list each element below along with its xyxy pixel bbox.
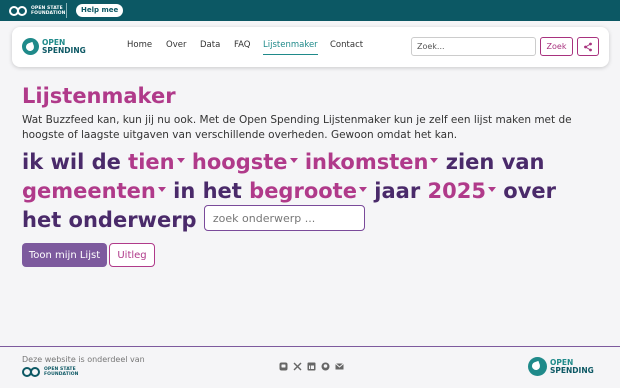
search-button[interactable]: Zoek xyxy=(540,37,573,56)
header: OPEN SPENDING Home Over Data FAQ Lijsten… xyxy=(12,27,609,67)
order-select[interactable]: hoogste xyxy=(192,150,298,174)
government-select[interactable]: gemeenten xyxy=(22,179,166,203)
linkedin-icon[interactable] xyxy=(307,362,316,371)
open-spending-logo[interactable]: OPEN SPENDING xyxy=(22,38,86,55)
main-nav: Home Over Data FAQ Lijstenmaker Contact xyxy=(127,40,387,58)
chevron-down-icon xyxy=(487,186,496,192)
chevron-down-icon xyxy=(176,157,185,163)
chevron-down-icon xyxy=(157,186,166,192)
osf-logo-line2: FOUNDATION xyxy=(31,10,66,16)
search-input[interactable] xyxy=(411,37,536,56)
nav-home[interactable]: Home xyxy=(127,40,152,54)
osf-logo-line1: OPEN STATE xyxy=(31,5,63,11)
list-builder-sentence: ik wil de tien hoogste inkomsten zien va… xyxy=(22,148,597,235)
logo-line2: SPENDING xyxy=(550,365,594,375)
sentence-text: in het xyxy=(173,179,242,203)
chevron-down-icon xyxy=(430,157,439,163)
chevron-down-icon xyxy=(358,186,367,192)
mastodon-icon[interactable] xyxy=(279,362,288,371)
nav-data[interactable]: Data xyxy=(200,40,220,54)
plan-select[interactable]: begroote xyxy=(249,179,367,203)
show-list-button[interactable]: Toon mijn Lijst xyxy=(22,243,107,267)
chevron-down-icon xyxy=(289,157,298,163)
divider xyxy=(66,3,67,18)
mail-icon[interactable] xyxy=(335,362,344,371)
year-select[interactable]: 2025 xyxy=(428,179,496,203)
nav-lijstenmaker[interactable]: Lijstenmaker xyxy=(263,40,318,55)
github-icon[interactable] xyxy=(321,362,330,371)
share-button[interactable] xyxy=(577,37,599,56)
page-title: Lijstenmaker xyxy=(22,84,176,108)
footer-divider xyxy=(0,346,620,347)
osf-logo-line2: FOUNDATION xyxy=(44,372,79,377)
intro-text: Wat Buzzfeed kan, kun jij nu ook. Met de… xyxy=(22,114,572,141)
footer-text: Deze website is onderdeel van xyxy=(22,355,145,364)
open-spending-logo-icon xyxy=(22,38,39,55)
count-select[interactable]: tien xyxy=(128,150,185,174)
sentence-text: zien van xyxy=(445,150,545,174)
x-icon[interactable] xyxy=(293,362,302,371)
nav-over[interactable]: Over xyxy=(166,40,186,54)
logo-line2: SPENDING xyxy=(42,45,86,55)
footer-osf-logo[interactable]: OPEN STATE FOUNDATION xyxy=(22,366,79,378)
sentence-text: het onderwerp xyxy=(22,208,197,232)
osf-logo-icon xyxy=(22,366,41,378)
open-spending-logo-icon xyxy=(528,357,547,376)
osf-logo-icon xyxy=(9,5,28,17)
social-links xyxy=(279,362,344,371)
top-bar: OPEN STATE FOUNDATION Help mee xyxy=(0,0,620,21)
share-icon xyxy=(584,42,592,51)
kind-select[interactable]: inkomsten xyxy=(305,150,439,174)
footer-open-spending-logo[interactable]: OPEN SPENDING xyxy=(528,357,594,376)
sentence-text: over xyxy=(503,179,556,203)
topic-search-input[interactable] xyxy=(203,205,365,231)
open-state-foundation-logo[interactable]: OPEN STATE FOUNDATION xyxy=(9,4,66,17)
explanation-button[interactable]: Uitleg xyxy=(109,243,155,267)
nav-contact[interactable]: Contact xyxy=(330,40,363,54)
nav-faq[interactable]: FAQ xyxy=(234,40,250,54)
sentence-text: jaar xyxy=(374,179,421,203)
sentence-text: ik wil de xyxy=(22,150,121,174)
help-button[interactable]: Help mee xyxy=(76,4,124,17)
